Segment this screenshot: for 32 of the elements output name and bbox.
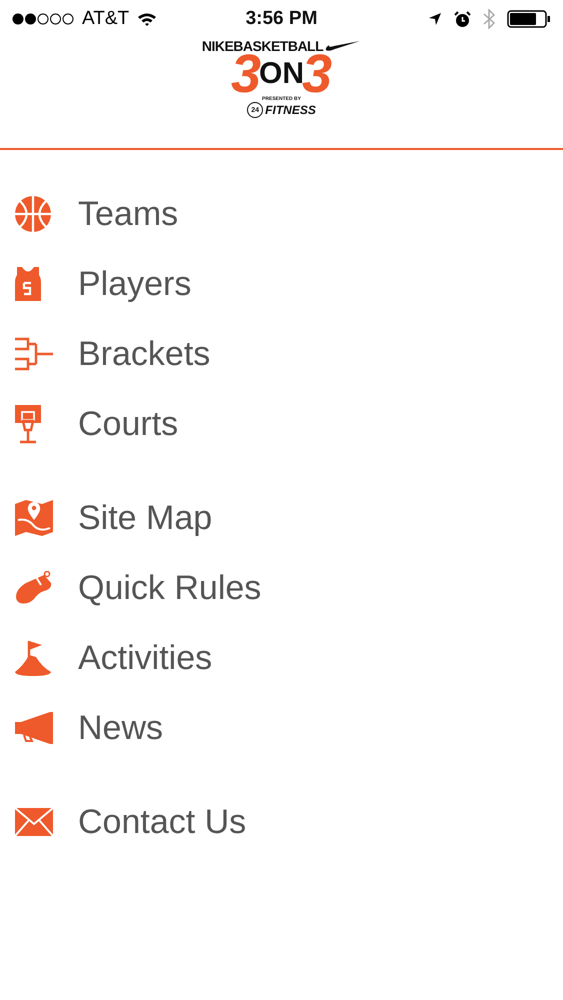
menu-item[interactable]: Players [0, 249, 563, 319]
alarm-clock-icon [454, 10, 471, 28]
menu-item[interactable]: Quick Rules [0, 553, 563, 623]
map-icon [14, 498, 54, 538]
swoosh-icon [325, 40, 362, 52]
basketball-hoop-icon [14, 404, 42, 444]
wifi-icon [137, 12, 158, 26]
menu-item[interactable]: Courts [0, 389, 563, 459]
location-arrow-icon [428, 12, 442, 26]
carrier-name: AT&T [82, 8, 130, 30]
logo-on-text: ON [259, 57, 304, 90]
bracket-icon [14, 337, 54, 371]
envelope-icon [14, 807, 54, 837]
signal-icon [12, 13, 74, 25]
menu-item[interactable]: Site Map [0, 483, 563, 553]
menu-item[interactable]: Teams [0, 179, 563, 249]
jersey-icon [14, 266, 42, 302]
battery-icon [507, 10, 551, 28]
flag-cone-icon [14, 639, 52, 677]
whistle-icon [14, 571, 54, 605]
logo-three-text: 3 [302, 52, 332, 96]
menu-item[interactable]: Activities [0, 623, 563, 693]
logo-brand-text: NIKEBASKETBALL [202, 38, 324, 54]
menu-item[interactable]: News [0, 693, 563, 763]
logo-three-text: 3 [230, 52, 261, 96]
menu-item[interactable]: Brackets [0, 319, 563, 389]
bluetooth-icon [483, 9, 495, 29]
status-time: 3:56 PM [246, 8, 318, 30]
menu-item[interactable]: Contact Us [0, 787, 563, 857]
basketball-icon [14, 195, 52, 233]
sponsor-name: FITNESS [265, 103, 316, 117]
megaphone-icon [14, 711, 54, 745]
